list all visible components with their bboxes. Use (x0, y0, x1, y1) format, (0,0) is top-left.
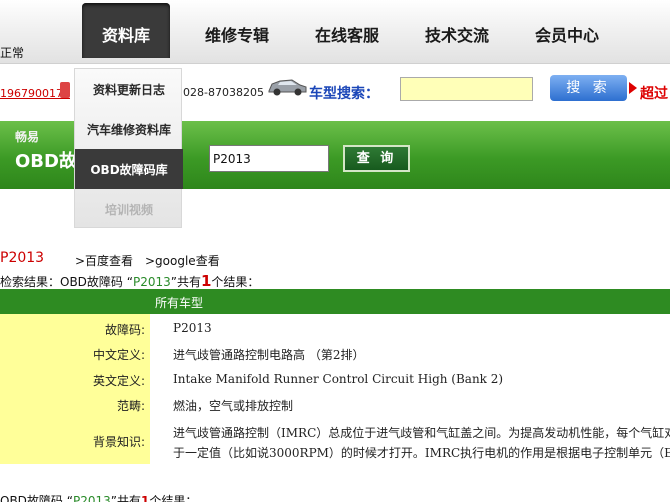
banner-title: OBD故 (15, 151, 77, 172)
all-vehicles-label: 所有车型 (155, 296, 204, 310)
fault-code-input[interactable]: P2013 (209, 145, 329, 172)
car-icon (268, 79, 307, 96)
vehicle-filter-header: 所有车型 (0, 289, 670, 314)
dropdown-item-repair-library[interactable]: 汽车维修资料库 (75, 109, 183, 149)
row-label-en-definition: 英文定义: (92, 374, 145, 388)
nav-item-label: 资料库 (101, 26, 150, 45)
model-search-label: 车型搜索： (309, 86, 379, 102)
dropdown-item-label: OBD故障码库 (90, 163, 168, 177)
baidu-link[interactable]: >百度查看 (75, 252, 133, 269)
dropdown-item-label: 汽车维修资料库 (86, 123, 171, 137)
promo-text: 超过 (640, 86, 668, 102)
summary-suffix: 个结果： (211, 275, 260, 289)
bottom-mid: ”共有 (110, 494, 141, 502)
model-search-input[interactable] (400, 77, 533, 101)
bottom-suffix: 个结果： (149, 494, 198, 502)
dropdown-item-update-log[interactable]: 资料更新日志 (75, 69, 183, 109)
status-text: 正常 (0, 46, 25, 60)
nav-item-tech-exchange[interactable]: 技术交流 (425, 22, 489, 46)
dropdown-item-obd-codes[interactable]: OBD故障码库 (75, 149, 183, 189)
resource-dropdown: 资料更新日志 汽车维修资料库 OBD故障码库 培训视频 (74, 68, 183, 229)
row-value-cn-definition: 进气歧管通路控制电路高 （第2排） (173, 348, 365, 362)
banner-subtitle: 畅易 (15, 130, 40, 144)
row-value-code: P2013 (173, 321, 212, 335)
dropdown-item-training-video[interactable]: 培训视频 (75, 189, 183, 229)
summary-mid: ”共有 (170, 275, 201, 289)
nav-item-member-center[interactable]: 会员中心 (535, 22, 599, 46)
nav-item-resource-library[interactable]: 资料库 (82, 3, 170, 58)
bottom-code: P2013 (72, 494, 111, 502)
result-code-title: P2013 (0, 250, 45, 266)
nav-item-online-service[interactable]: 在线客服 (315, 22, 379, 46)
row-label-background: 背景知识: (92, 435, 145, 449)
phone-icon (60, 82, 70, 98)
phone-number: 028-87038205 (183, 86, 264, 99)
dropdown-item-label: 培训视频 (104, 203, 153, 217)
nav-item-repair-album[interactable]: 维修专辑 (205, 22, 269, 46)
summary-count: 1 (200, 272, 212, 290)
arrow-icon (629, 82, 637, 94)
google-link[interactable]: >google查看 (145, 252, 220, 269)
row-label-cn-definition: 中文定义: (92, 348, 145, 362)
bottom-summary: OBD故障码 “P2013”共有1个结果： (0, 492, 197, 502)
row-value-en-definition: Intake Manifold Runner Control Circuit H… (173, 372, 504, 386)
bottom-prefix: OBD故障码 “ (0, 494, 73, 502)
summary-code: P2013 (132, 275, 171, 289)
row-value-background-line1: 进气歧管通路控制（IMRC）总成位于进气歧管和气缸盖之间。为提高发动机性能，每个… (173, 426, 670, 440)
result-summary: 检索结果：OBD故障码 “P2013”共有1个结果： (0, 272, 259, 290)
row-label-category: 范畴: (116, 399, 145, 413)
top-nav: 正常 资料库 维修专辑 在线客服 技术交流 会员中心 (0, 0, 670, 64)
query-button[interactable]: 查 询 (343, 145, 410, 172)
row-value-background-line2: 于一定值（比如说3000RPM）的时候才打开。IMRC执行电机的作用是根据电子控… (173, 446, 670, 460)
row-label-code: 故障码: (104, 323, 145, 337)
row-value-category: 燃油，空气或排放控制 (173, 399, 294, 413)
dropdown-item-label: 资料更新日志 (92, 83, 165, 97)
search-button[interactable]: 搜 索 (550, 75, 627, 101)
summary-prefix: 检索结果：OBD故障码 “ (0, 275, 133, 289)
